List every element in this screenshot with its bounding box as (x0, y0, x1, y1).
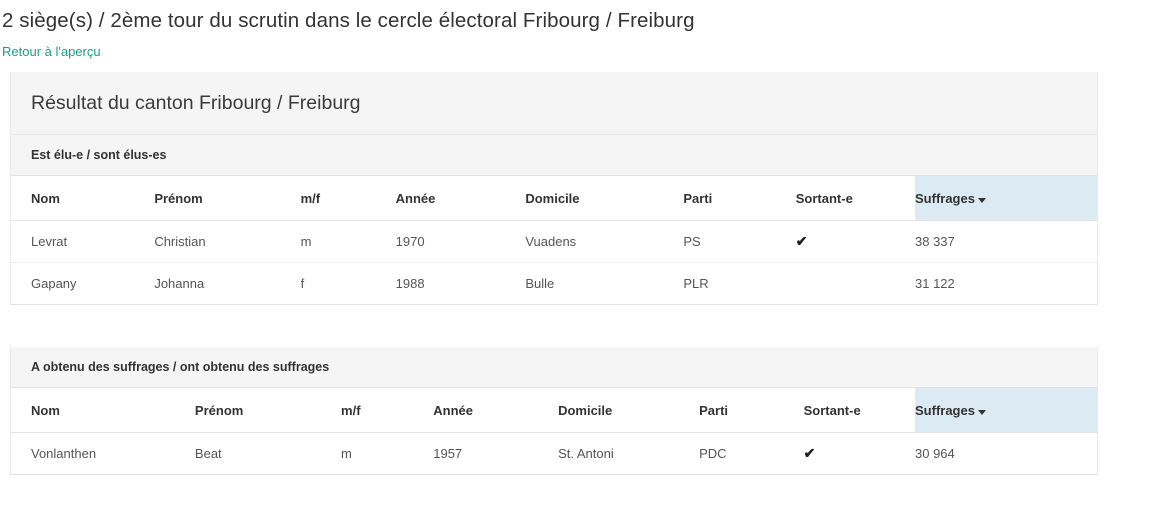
elected-results-table: Nom Prénom m/f Année Domicile Parti Sort… (11, 176, 1097, 305)
cell-domicile: St. Antoni (518, 432, 670, 475)
column-header-suffrages[interactable]: Suffrages (915, 176, 1097, 221)
table-row: Vonlanthen Beat m 1957 St. Antoni PDC ✔ … (11, 432, 1097, 475)
column-header-mf[interactable]: m/f (262, 176, 366, 221)
obtained-votes-card: A obtenu des suffrages / ont obtenu des … (10, 347, 1098, 475)
column-header-prenom[interactable]: Prénom (126, 176, 263, 221)
page-root: 2 siège(s) / 2ème tour du scrutin dans l… (0, 0, 1150, 475)
table-row: Levrat Christian m 1970 Vuadens PS ✔ 38 … (11, 220, 1097, 263)
cell-sortant: ✔ (763, 220, 915, 263)
section-title-elected: Est élu-e / sont élus-es (11, 135, 1097, 176)
cell-mf: f (262, 262, 366, 305)
cell-sortant: ✔ (767, 432, 915, 475)
table-header-row: Nom Prénom m/f Année Domicile Parti Sort… (11, 388, 1097, 433)
column-header-parti[interactable]: Parti (643, 176, 764, 221)
page-title: 2 siège(s) / 2ème tour du scrutin dans l… (2, 9, 695, 32)
sort-descending-caret-icon (977, 409, 986, 415)
cell-annee: 1957 (401, 432, 519, 475)
card-header-title: Résultat du canton Fribourg / Freiburg (31, 92, 361, 114)
cell-prenom: Beat (146, 432, 300, 475)
column-header-annee[interactable]: Année (365, 176, 488, 221)
cell-prenom: Johanna (126, 262, 263, 305)
table-row: Gapany Johanna f 1988 Bulle PLR 31 122 (11, 262, 1097, 305)
cell-suffrages: 38 337 (915, 220, 1097, 263)
obtained-votes-body: Vonlanthen Beat m 1957 St. Antoni PDC ✔ … (11, 432, 1097, 475)
column-header-parti[interactable]: Parti (669, 388, 768, 433)
sort-descending-caret-icon (977, 197, 986, 203)
column-header-suffrages[interactable]: Suffrages (915, 388, 1097, 433)
check-mark-icon: ✔ (803, 445, 816, 461)
column-header-domicile[interactable]: Domicile (518, 388, 670, 433)
elected-results-body: Levrat Christian m 1970 Vuadens PS ✔ 38 … (11, 220, 1097, 305)
canton-result-card: Résultat du canton Fribourg / Freiburg E… (10, 72, 1098, 305)
cell-domicile: Vuadens (487, 220, 644, 263)
cell-annee: 1970 (365, 220, 488, 263)
cell-prenom: Christian (126, 220, 263, 263)
column-header-nom[interactable]: Nom (11, 176, 127, 221)
back-to-overview-link[interactable]: Retour à l'aperçu (2, 44, 101, 60)
column-header-suffrages-label: Suffrages (915, 190, 975, 206)
cell-annee: 1988 (365, 262, 488, 305)
column-header-sortant[interactable]: Sortant-e (763, 176, 915, 221)
obtained-votes-table: Nom Prénom m/f Année Domicile Parti Sort… (11, 388, 1097, 475)
column-header-nom[interactable]: Nom (11, 388, 147, 433)
cell-suffrages: 31 122 (915, 262, 1097, 305)
cell-parti: PS (643, 220, 764, 263)
cell-sortant (763, 262, 915, 305)
column-header-suffrages-label: Suffrages (915, 402, 975, 418)
cell-suffrages: 30 964 (915, 432, 1097, 475)
column-header-prenom[interactable]: Prénom (146, 388, 300, 433)
check-mark-icon: ✔ (795, 233, 808, 249)
table-header-row: Nom Prénom m/f Année Domicile Parti Sort… (11, 176, 1097, 221)
cell-domicile: Bulle (487, 262, 644, 305)
cell-mf: m (262, 220, 366, 263)
cell-mf: m (299, 432, 402, 475)
section-title-obtained: A obtenu des suffrages / ont obtenu des … (11, 347, 1097, 388)
cell-nom: Vonlanthen (11, 432, 147, 475)
column-header-mf[interactable]: m/f (299, 388, 402, 433)
column-header-domicile[interactable]: Domicile (487, 176, 644, 221)
cell-parti: PDC (669, 432, 768, 475)
column-header-annee[interactable]: Année (401, 388, 519, 433)
column-header-sortant[interactable]: Sortant-e (767, 388, 915, 433)
cell-nom: Levrat (11, 220, 127, 263)
cell-nom: Gapany (11, 262, 127, 305)
card-header: Résultat du canton Fribourg / Freiburg (11, 72, 1097, 135)
cell-parti: PLR (643, 262, 764, 305)
